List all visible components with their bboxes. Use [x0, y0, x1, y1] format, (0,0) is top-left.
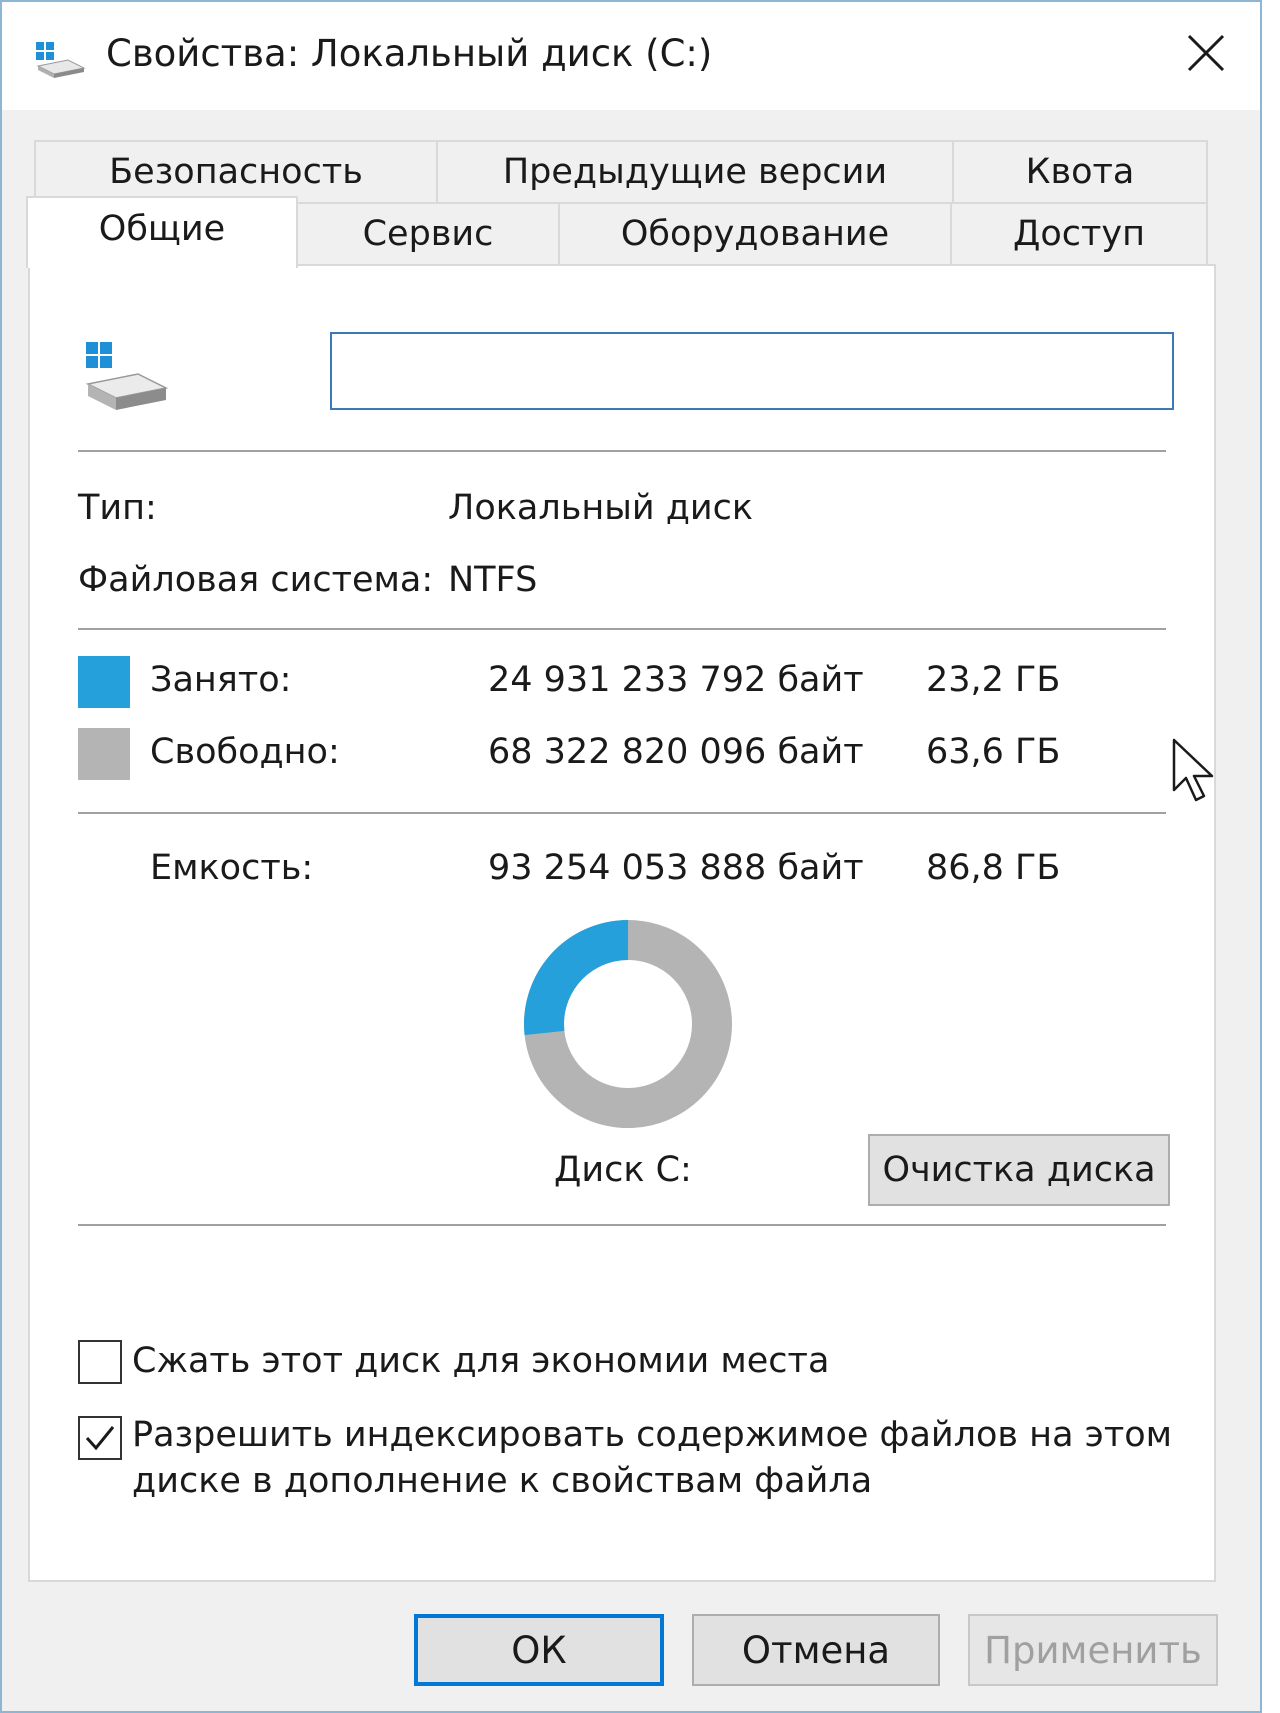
capacity-bytes: 93 254 053 888 байт — [488, 848, 864, 888]
used-color-swatch — [78, 656, 130, 708]
window-title: Свойства: Локальный диск (C:) — [106, 32, 713, 75]
tab-sharing[interactable]: Доступ — [950, 202, 1208, 266]
free-size: 63,6 ГБ — [926, 732, 1061, 772]
type-label: Тип: — [78, 488, 157, 528]
used-label: Занято: — [150, 660, 292, 700]
type-value: Локальный диск — [448, 488, 754, 528]
apply-button[interactable]: Применить — [968, 1614, 1218, 1686]
divider — [78, 812, 1166, 814]
mouse-cursor-icon — [1172, 738, 1214, 802]
title-bar[interactable]: Свойства: Локальный диск (C:) — [2, 2, 1260, 110]
tab-previous-versions[interactable]: Предыдущие версии — [436, 140, 954, 204]
divider — [78, 628, 1166, 630]
close-icon — [1187, 34, 1225, 72]
tab-quota[interactable]: Квота — [952, 140, 1208, 204]
index-label-line2: диске в дополнение к свойствам файла — [132, 1461, 873, 1501]
capacity-size: 86,8 ГБ — [926, 848, 1061, 888]
disk-label: Диск C: — [554, 1150, 692, 1190]
disk-cleanup-button[interactable]: Очистка диска — [868, 1134, 1170, 1206]
used-bytes: 24 931 233 792 байт — [488, 660, 864, 700]
capacity-label: Емкость: — [150, 848, 314, 888]
drive-icon — [36, 42, 86, 78]
compress-label: Сжать этот диск для экономии места — [132, 1341, 830, 1381]
tab-hardware[interactable]: Оборудование — [558, 202, 952, 266]
properties-window: Свойства: Локальный диск (C:) Безопаснос… — [0, 0, 1262, 1713]
ok-button[interactable]: ОК — [414, 1614, 664, 1686]
compress-checkbox[interactable] — [78, 1340, 122, 1384]
free-bytes: 68 322 820 096 байт — [488, 732, 864, 772]
index-label-line1: Разрешить индексировать содержимое файло… — [132, 1415, 1173, 1455]
free-label: Свободно: — [150, 732, 340, 772]
volume-label-input[interactable] — [330, 332, 1174, 410]
drive-icon — [85, 342, 169, 410]
used-size: 23,2 ГБ — [926, 660, 1061, 700]
tab-general[interactable]: Общие — [26, 196, 298, 268]
tab-security[interactable]: Безопасность — [34, 140, 438, 204]
general-tab-panel: Тип: Локальный диск Файловая система: NT… — [28, 264, 1216, 1582]
index-checkbox[interactable] — [78, 1416, 122, 1460]
divider — [78, 450, 1166, 452]
filesystem-label: Файловая система: — [78, 560, 434, 600]
filesystem-value: NTFS — [448, 560, 538, 600]
cancel-button[interactable]: Отмена — [692, 1614, 940, 1686]
disk-usage-donut — [524, 920, 732, 1128]
divider — [78, 1224, 1166, 1226]
tab-tools[interactable]: Сервис — [296, 202, 560, 266]
checkmark-icon — [85, 1426, 115, 1451]
free-color-swatch — [78, 728, 130, 780]
close-button[interactable] — [1168, 20, 1244, 86]
